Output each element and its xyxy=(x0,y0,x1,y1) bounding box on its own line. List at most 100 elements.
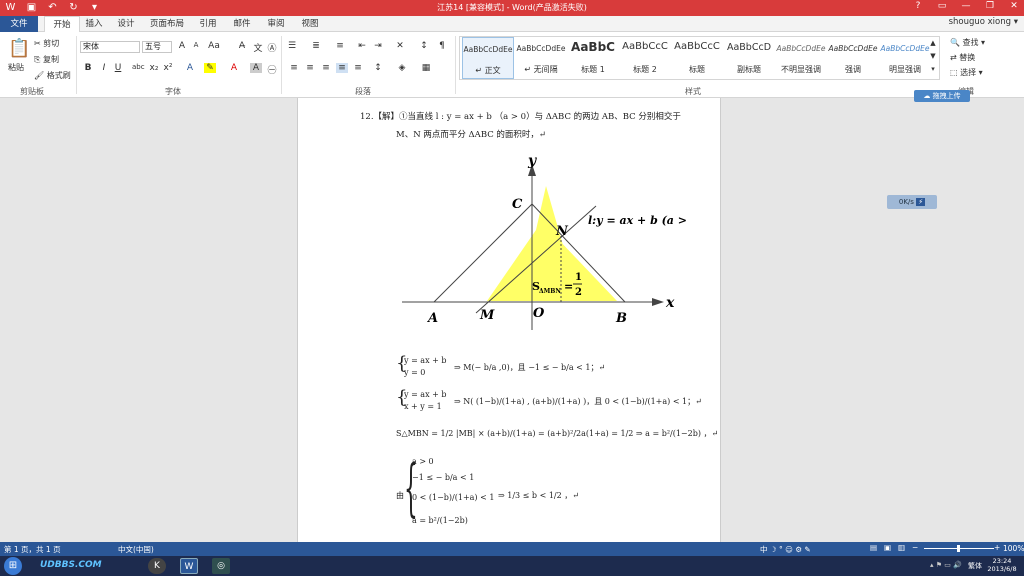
tab-mailings[interactable]: 邮件 xyxy=(228,16,256,32)
view-read-icon[interactable]: ▤ xyxy=(870,543,877,552)
clear-format-icon[interactable]: A̶ xyxy=(236,41,248,51)
close-icon[interactable]: ✕ xyxy=(1008,1,1020,11)
ribbon: 📋 粘贴 ✂ 剪切 ⎘ 复制 🖌 格式刷 剪贴板 宋体 五号 A A Aa A̶… xyxy=(0,32,1024,98)
language-indicator[interactable]: 中文(中国) xyxy=(118,544,154,555)
ime-toolbar[interactable]: 中 ☽ ° ☺ ⚙ ✎ xyxy=(760,544,811,555)
style-normal[interactable]: AaBbCcDdEe ↵ 正文 xyxy=(462,37,514,79)
cut-button[interactable]: ✂ 剪切 xyxy=(34,38,59,49)
tab-references[interactable]: 引用 xyxy=(194,16,222,32)
style-name: 不明显强调 xyxy=(781,65,821,74)
zoom-in-icon[interactable]: + xyxy=(994,543,1000,552)
tray-ime[interactable]: 繁体 xyxy=(968,561,982,571)
font-size-box[interactable]: 五号 xyxy=(142,41,172,53)
strikethrough-icon[interactable]: abc xyxy=(132,63,145,71)
increase-indent-icon[interactable]: ⇥ xyxy=(372,41,384,51)
cut-icon: ✂ xyxy=(34,39,41,48)
style-no-spacing[interactable]: AaBbCcDdEe ↵ 无间隔 xyxy=(515,37,567,79)
justify-icon[interactable]: ≡ xyxy=(336,63,348,73)
text-effects-icon[interactable]: A xyxy=(184,63,196,73)
multilevel-list-icon[interactable]: ≡ xyxy=(334,41,346,51)
shrink-font-icon[interactable]: A xyxy=(190,41,202,49)
tray-clock[interactable]: 23:24 2013/6/8 xyxy=(986,557,1018,573)
upload-widget[interactable]: ☁ 拖拽上传 xyxy=(914,90,970,102)
style-subtitle[interactable]: AaBbCcD 副标题 xyxy=(723,37,775,79)
style-heading-1[interactable]: AaBbC 标题 1 xyxy=(567,37,619,79)
char-border-icon[interactable]: Ⓐ xyxy=(266,41,278,54)
tab-review[interactable]: 审阅 xyxy=(262,16,290,32)
phonetic-guide-icon[interactable]: 文 xyxy=(252,41,264,54)
view-web-icon[interactable]: ▥ xyxy=(898,543,905,552)
replace-button[interactable]: ⇄ 替换 xyxy=(950,52,975,63)
tray-icons[interactable]: ▴ ⚑ ▭ 🔊 xyxy=(930,561,962,569)
gallery-more-icon[interactable]: ▾ xyxy=(927,65,939,73)
tab-home[interactable]: 开始 xyxy=(44,16,80,32)
align-right-icon[interactable]: ≡ xyxy=(320,63,332,73)
italic-icon[interactable]: I xyxy=(98,63,110,73)
font-name-box[interactable]: 宋体 xyxy=(80,41,140,53)
subscript-icon[interactable]: x₂ xyxy=(148,63,160,73)
zoom-out-icon[interactable]: − xyxy=(912,543,918,552)
numbering-icon[interactable]: ≣ xyxy=(310,41,322,51)
gallery-down-icon[interactable]: ▼ xyxy=(927,52,939,60)
zoom-slider-thumb[interactable] xyxy=(957,545,960,552)
styles-group-label: 样式 xyxy=(685,87,701,96)
style-intense-emphasis[interactable]: AaBbCcDdEe 明显强调 xyxy=(879,37,931,79)
view-print-icon[interactable]: ▣ xyxy=(884,543,891,552)
enclose-char-icon[interactable]: ㊀ xyxy=(266,63,278,76)
user-account[interactable]: shouguo xiong ▾ xyxy=(949,17,1018,27)
style-title[interactable]: AaBbCcC 标题 xyxy=(671,37,723,79)
style-subtle-emphasis[interactable]: AaBbCcDdEe 不明显强调 xyxy=(775,37,827,79)
tab-view[interactable]: 视图 xyxy=(296,16,324,32)
char-shading-icon[interactable]: A xyxy=(250,63,262,73)
paste-icon[interactable]: 📋 xyxy=(8,38,30,59)
word-taskbar-icon[interactable]: W xyxy=(180,558,198,574)
document-page[interactable]: 12.【解】①当直线 l : y = ax + b （a > 0）与 ΔABC … xyxy=(297,98,721,542)
chinese-layout-icon[interactable]: ✕ xyxy=(394,41,406,51)
show-marks-icon[interactable]: ¶ xyxy=(436,41,448,51)
tab-design[interactable]: 设计 xyxy=(112,16,140,32)
speed-widget[interactable]: 0K/s ⚡ xyxy=(887,195,937,209)
highlight-icon[interactable]: ✎ xyxy=(204,63,216,73)
eq1-line-b: y = 0 xyxy=(404,368,426,377)
shading-icon[interactable]: ◈ xyxy=(396,63,408,73)
tab-insert[interactable]: 插入 xyxy=(80,16,108,32)
point-o-label: O xyxy=(533,306,545,321)
underline-icon[interactable]: U xyxy=(112,63,124,73)
align-center-icon[interactable]: ≡ xyxy=(304,63,316,73)
change-case-icon[interactable]: Aa xyxy=(208,41,220,51)
align-left-icon[interactable]: ≡ xyxy=(288,63,300,73)
decrease-indent-icon[interactable]: ⇤ xyxy=(356,41,368,51)
restore-icon[interactable]: ❐ xyxy=(984,1,996,11)
k-app-icon[interactable]: K xyxy=(148,558,166,574)
bullets-icon[interactable]: ☰ xyxy=(286,41,298,51)
ribbon-tabs: 文件 开始 插入 设计 页面布局 引用 邮件 审阅 视图 shouguo xio… xyxy=(0,16,1024,32)
start-icon[interactable]: ⊞ xyxy=(4,557,22,575)
borders-icon[interactable]: ▦ xyxy=(420,63,432,73)
format-painter-button[interactable]: 🖌 格式刷 xyxy=(34,70,71,81)
copy-button[interactable]: ⎘ 复制 xyxy=(34,54,59,65)
superscript-icon[interactable]: x² xyxy=(162,63,174,73)
point-n-label: N xyxy=(555,224,569,239)
ribbon-display-icon[interactable]: ▭ xyxy=(936,1,948,11)
zoom-level[interactable]: 100% xyxy=(1003,544,1024,553)
font-color-icon[interactable]: A xyxy=(228,63,240,73)
find-button[interactable]: 🔍 查找 ▾ xyxy=(950,37,985,48)
page-indicator[interactable]: 第 1 页，共 1 页 xyxy=(4,544,61,555)
distributed-icon[interactable]: ≡ xyxy=(352,63,364,73)
help-icon[interactable]: ? xyxy=(912,1,924,11)
bold-icon[interactable]: B xyxy=(82,63,94,73)
grow-font-icon[interactable]: A xyxy=(176,41,188,51)
style-heading-2[interactable]: AaBbCcC 标题 2 xyxy=(619,37,671,79)
select-button[interactable]: ⬚ 选择 ▾ xyxy=(950,67,983,78)
gallery-up-icon[interactable]: ▲ xyxy=(927,39,939,47)
tab-page-layout[interactable]: 页面布局 xyxy=(145,16,189,32)
tab-file[interactable]: 文件 xyxy=(0,16,38,32)
minimize-icon[interactable]: — xyxy=(960,1,972,11)
style-emphasis[interactable]: AaBbCcDdEe 强调 xyxy=(827,37,879,79)
cloud-icon: ☁ xyxy=(923,92,931,100)
paste-button[interactable]: 粘贴 xyxy=(8,62,24,73)
line-spacing-icon[interactable]: ↕ xyxy=(372,63,384,73)
sort-icon[interactable]: ↕ xyxy=(418,41,430,51)
user-name: shouguo xiong xyxy=(948,17,1012,27)
network-app-icon[interactable]: ◎ xyxy=(212,558,230,574)
